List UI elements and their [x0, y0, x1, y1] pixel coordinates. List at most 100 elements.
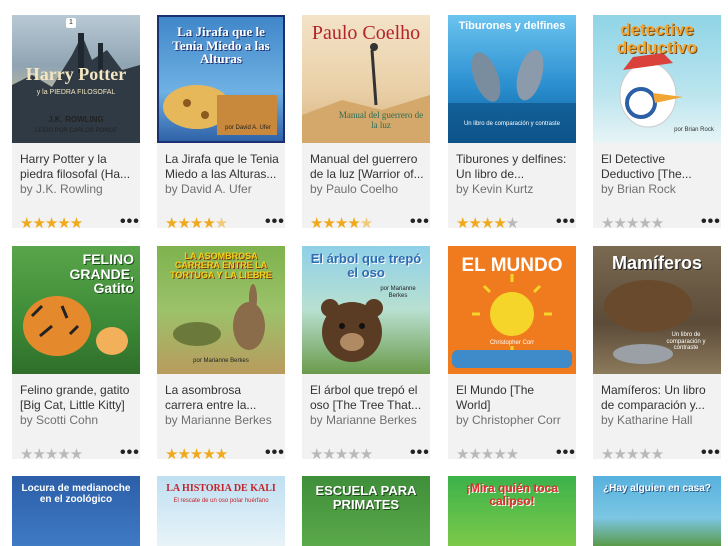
- book-title[interactable]: El Detective Deductivo [The...: [601, 152, 715, 182]
- more-options-icon[interactable]: •••: [120, 444, 140, 462]
- cover-subtitle: Un libro de comparación y contraste: [666, 332, 706, 352]
- cover-subtitle: Christopher Corr: [489, 340, 535, 346]
- book-author[interactable]: by Christopher Corr: [456, 413, 570, 428]
- cover-title: EL MUNDO: [461, 255, 563, 276]
- book-title[interactable]: Harry Potter y la piedra filosofal (Ha..…: [20, 152, 134, 182]
- book-meta: Mamíferos: Un libro de comparación y... …: [601, 383, 715, 428]
- cover-title: Paulo Coelho: [311, 22, 421, 44]
- book-meta: Tiburones y delfines: Un libro de... by …: [456, 152, 570, 197]
- book-card[interactable]: Mamíferos Un libro de comparación y cont…: [593, 246, 721, 462]
- book-meta: Manual del guerrero de la luz [Warrior o…: [310, 152, 424, 197]
- cover-title: El árbol que trepó el oso: [310, 251, 422, 280]
- star-empty-icon: ★★★★★: [601, 215, 664, 232]
- book-meta: Harry Potter y la piedra filosofal (Ha..…: [20, 152, 134, 197]
- book-cover[interactable]: LA ASOMBROSA CARRERA ENTRE LA TORTUGA Y …: [157, 246, 285, 374]
- book-title[interactable]: Felino grande, gatito [Big Cat, Little K…: [20, 383, 134, 413]
- cover-title: ¿Hay alguien en casa?: [603, 483, 711, 494]
- book-author[interactable]: by Paulo Coelho: [310, 182, 424, 197]
- book-title[interactable]: Manual del guerrero de la luz [Warrior o…: [310, 152, 424, 182]
- book-card[interactable]: LA HISTORIA DE KALI El rescate de un oso…: [157, 476, 285, 546]
- book-cover[interactable]: ESCUELA PARA PRIMATES: [302, 476, 430, 546]
- cover-subtitle: y la PIEDRA FILOSOFAL: [36, 89, 116, 96]
- book-cover[interactable]: EL MUNDO Christopher Corr: [448, 246, 576, 374]
- book-title[interactable]: La Jirafa que le Tenia Miedo a las Altur…: [165, 152, 279, 182]
- cover-title: Harry Potter: [25, 64, 127, 84]
- book-card[interactable]: detective deductivo por Brian Rock El De…: [593, 15, 721, 232]
- star-empty-icon: ★★★★★: [20, 446, 83, 463]
- book-author[interactable]: by Marianne Berkes: [310, 413, 424, 428]
- book-author[interactable]: by Brian Rock: [601, 182, 715, 197]
- book-card[interactable]: El árbol que trepó el oso por Marianne B…: [302, 246, 430, 462]
- book-title[interactable]: Mamíferos: Un libro de comparación y...: [601, 383, 715, 413]
- book-card[interactable]: ¡Mira quién toca calipso!: [448, 476, 576, 546]
- cover-subtitle: Manual del guerrero de la luz: [338, 110, 424, 130]
- cover-narrator: LEÍDO POR CARLOS PONCE: [34, 128, 118, 134]
- cover-title: Tiburones y delfines: [458, 20, 566, 32]
- book-cover[interactable]: LA HISTORIA DE KALI El rescate de un oso…: [157, 476, 285, 546]
- book-author[interactable]: by Marianne Berkes: [165, 413, 279, 428]
- book-author[interactable]: by Katharine Hall: [601, 413, 715, 428]
- more-options-icon[interactable]: •••: [701, 444, 721, 462]
- more-options-icon[interactable]: •••: [556, 213, 576, 231]
- book-card[interactable]: LA ASOMBROSA CARRERA ENTRE LA TORTUGA Y …: [157, 246, 285, 462]
- book-meta: El Detective Deductivo [The... by Brian …: [601, 152, 715, 197]
- book-author[interactable]: by David A. Ufer: [165, 182, 279, 197]
- cover-title: Mamíferos: [611, 253, 703, 273]
- book-cover[interactable]: FELINO GRANDE, Gatito: [12, 246, 140, 374]
- more-options-icon[interactable]: •••: [265, 213, 285, 231]
- book-card[interactable]: Locura de medianoche en el zoológico: [12, 476, 140, 546]
- more-options-icon[interactable]: •••: [120, 213, 140, 231]
- book-meta: El Mundo [The World] by Christopher Corr: [456, 383, 570, 428]
- cover-subtitle: Un libro de comparación y contraste: [463, 121, 561, 127]
- book-title[interactable]: La asombrosa carrera entre la...: [165, 383, 279, 413]
- star-icon: ★★★★: [310, 215, 361, 232]
- cover-subtitle: por Marianne Berkes: [380, 286, 416, 299]
- rating-stars: ★★★★★: [310, 447, 373, 462]
- more-options-icon[interactable]: •••: [701, 213, 721, 231]
- cover-subtitle: por David A. Ufer: [225, 125, 271, 131]
- more-options-icon[interactable]: •••: [410, 444, 430, 462]
- book-title[interactable]: Tiburones y delfines: Un libro de...: [456, 152, 570, 182]
- book-meta: La Jirafa que le Tenia Miedo a las Altur…: [165, 152, 279, 197]
- book-cover[interactable]: ¿Hay alguien en casa?: [593, 476, 721, 546]
- cover-subtitle: El rescate de un oso polar huérfano: [173, 498, 269, 504]
- cover-title: LA ASOMBROSA CARRERA ENTRE LA TORTUGA Y …: [170, 251, 272, 280]
- book-meta: El árbol que trepó el oso [The Tree That…: [310, 383, 424, 428]
- book-cover[interactable]: Locura de medianoche en el zoológico: [12, 476, 140, 546]
- book-card[interactable]: Tiburones y delfines Un libro de compara…: [448, 15, 576, 231]
- cover-title: ESCUELA PARA PRIMATES: [315, 483, 417, 512]
- cover-author: J.K. ROWLING: [48, 115, 104, 124]
- more-options-icon[interactable]: •••: [265, 444, 285, 462]
- rating-stars: ★★★★★: [165, 216, 228, 231]
- more-options-icon[interactable]: •••: [556, 444, 576, 462]
- more-options-icon[interactable]: •••: [410, 213, 430, 231]
- rating-stars: ★★★★★: [165, 447, 228, 462]
- book-cover[interactable]: Paulo Coelho Manual del guerrero de la l…: [302, 15, 430, 143]
- book-author[interactable]: by Kevin Kurtz: [456, 182, 570, 197]
- book-cover[interactable]: detective deductivo por Brian Rock: [593, 15, 721, 143]
- book-cover[interactable]: Mamíferos Un libro de comparación y cont…: [593, 246, 721, 374]
- book-author[interactable]: by J.K. Rowling: [20, 182, 134, 197]
- star-icon: ★★★★: [456, 215, 507, 232]
- star-half-icon: ★: [359, 215, 373, 232]
- book-card[interactable]: Paulo Coelho Manual del guerrero de la l…: [302, 15, 430, 231]
- book-cover[interactable]: 1 Harry Potter y la PIEDRA FILOSOFAL J.K…: [12, 15, 140, 143]
- rating-stars: ★★★★★: [601, 215, 664, 232]
- book-title[interactable]: El árbol que trepó el oso [The Tree That…: [310, 383, 424, 413]
- book-card[interactable]: 1 Harry Potter y la PIEDRA FILOSOFAL J.K…: [12, 15, 140, 231]
- book-cover[interactable]: ¡Mira quién toca calipso!: [448, 476, 576, 546]
- book-card[interactable]: ¿Hay alguien en casa?: [593, 476, 721, 546]
- book-meta: La asombrosa carrera entre la... by Mari…: [165, 383, 279, 428]
- book-cover[interactable]: La Jirafa que le Tenia Miedo a las Altur…: [157, 15, 285, 143]
- book-author[interactable]: by Scotti Cohn: [20, 413, 134, 428]
- book-card[interactable]: ESCUELA PARA PRIMATES: [302, 476, 430, 546]
- book-card[interactable]: La Jirafa que le Tenia Miedo a las Altur…: [157, 15, 285, 231]
- book-card[interactable]: EL MUNDO Christopher Corr El Mundo [The …: [448, 246, 576, 462]
- volume-number: 1: [66, 18, 76, 28]
- book-card[interactable]: FELINO GRANDE, Gatito Felino grande, gat…: [12, 246, 140, 462]
- cover-title: LA HISTORIA DE KALI: [166, 483, 276, 494]
- book-title[interactable]: El Mundo [The World]: [456, 383, 570, 413]
- rating-stars: ★★★★★: [456, 447, 519, 462]
- book-cover[interactable]: Tiburones y delfines Un libro de compara…: [448, 15, 576, 143]
- book-cover[interactable]: El árbol que trepó el oso por Marianne B…: [302, 246, 430, 374]
